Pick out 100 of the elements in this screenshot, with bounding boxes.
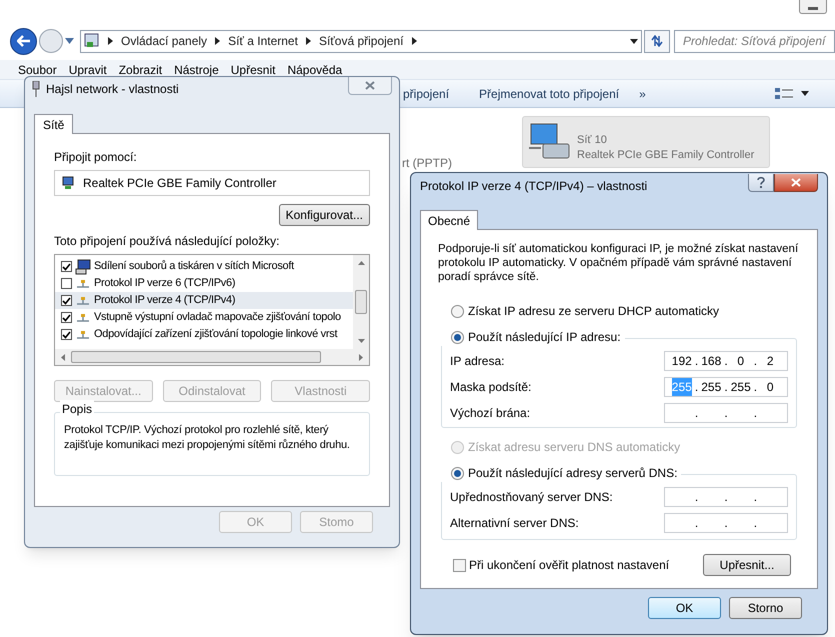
item-label: Vstupně výstupní ovladač mapovače zjišťování topolo (94, 310, 341, 326)
octet-dot: . (694, 405, 700, 422)
item-label: Protokol IP verze 6 (TCP/IPv6) (94, 276, 236, 292)
dropdown-icon[interactable] (801, 91, 809, 96)
list-item[interactable]: Sdílení souborů a tiskáren v sítích Microsoft (55, 258, 353, 275)
menu-item[interactable]: Nápověda (287, 60, 342, 78)
field-label: Upřednostňovaný server DNS: (450, 489, 613, 506)
checkbox[interactable] (61, 261, 72, 272)
radio-label: Získat IP adresu ze serveru DHCP automaticky (468, 303, 719, 320)
ip-address-field[interactable]: 192 . 168 . 0 . 2 (664, 351, 788, 371)
more-commands-button[interactable]: » (639, 84, 646, 102)
ip-address-field[interactable]: . . . (664, 513, 788, 533)
connection-tile[interactable]: Síť 10 Realtek PCIe GBE Family Controller (522, 116, 770, 168)
octet-dot: . (723, 515, 729, 532)
radio-button[interactable] (451, 304, 464, 318)
toolbar-item[interactable]: Přejmenovat toto připojení (479, 84, 620, 102)
advanced-button[interactable]: Upřesnit... (703, 554, 791, 576)
network-protocol-icon (76, 280, 90, 288)
minimize-button[interactable] (799, 0, 827, 14)
refresh-button[interactable] (644, 30, 670, 52)
back-button[interactable] (10, 28, 37, 54)
checkbox[interactable] (453, 558, 466, 572)
tab[interactable]: Sítě (34, 114, 74, 134)
history-dropdown-icon[interactable] (65, 38, 74, 44)
menu-item[interactable]: Zobrazit (118, 60, 162, 78)
checkbox[interactable] (61, 295, 72, 306)
minimize-icon (808, 7, 818, 10)
list-item[interactable]: Protokol IP verze 6 (TCP/IPv6) (55, 275, 353, 292)
checkbox[interactable] (61, 278, 72, 289)
octet-dot: . (723, 405, 729, 422)
octet-dot: . (752, 405, 758, 422)
octet-dot: . (752, 489, 758, 506)
octet-dot: . (694, 515, 700, 532)
close-button[interactable] (774, 174, 818, 192)
address-bar[interactable]: Ovládací panely Síť a Internet Síťová připojení (80, 30, 642, 52)
button[interactable]: OK (648, 597, 721, 619)
breadcrumb[interactable]: Síť a Internet (228, 32, 298, 50)
ip-octet: 2 (766, 353, 774, 370)
field-label: Maska podsítě: (450, 379, 532, 396)
window-title: Hajsl network - vlastnosti (46, 81, 179, 98)
computer-icon (75, 258, 91, 274)
scroll-right-icon (359, 354, 363, 360)
ip-octet: 255 (672, 378, 692, 396)
field-label: Alternativní server DNS: (450, 515, 579, 532)
radio-button[interactable] (451, 330, 464, 344)
toolbar-item[interactable]: připojení (403, 84, 450, 102)
tab[interactable]: Obecné (420, 210, 478, 230)
checkbox[interactable] (61, 329, 72, 340)
button[interactable]: Storno (729, 597, 802, 619)
network-adapter-icon (61, 176, 75, 190)
window-title: Protokol IP verze 4 (TCP/IPv4) – vlastnosti (420, 178, 648, 195)
dropdown-icon[interactable] (630, 38, 638, 44)
radio-button[interactable] (451, 466, 464, 480)
scrollbar-thumb[interactable] (355, 290, 367, 314)
scrollbar-thumb[interactable] (71, 351, 321, 363)
ip-octet: 192 (672, 353, 692, 370)
octet-dot: . (723, 379, 729, 396)
list-item[interactable]: Vstupně výstupní ovladač mapovače zjišťování topolo (55, 309, 353, 326)
ip-address-field[interactable]: . . . (664, 487, 788, 507)
octet-dot: . (752, 353, 758, 370)
breadcrumb[interactable]: Ovládací panely (121, 32, 208, 50)
connection-type-label: rt (PPTP) (402, 155, 452, 170)
octet-dot: . (752, 379, 758, 396)
radio-label: Získat adresu serveru DNS automaticky (468, 439, 680, 456)
adapter-field: Realtek PCIe GBE Family Controller (54, 170, 370, 196)
ip-octet: 0 (766, 379, 774, 396)
checkbox[interactable] (61, 312, 72, 323)
ip-address-field[interactable]: . . . (664, 403, 788, 423)
list-item[interactable]: Odpovídající zařízení zjišťování topologie linkové vrst (55, 326, 353, 343)
help-button[interactable] (748, 174, 774, 192)
ip-address-field[interactable]: 255 . 255 . 255 . 0 (664, 377, 788, 397)
description-text: Protokol TCP/IP. Výchozí protokol pro rozlehlé sítě, který zajišťuje komunikaci mezi propojenými sítěmi různého druhu. (64, 423, 351, 453)
vertical-scrollbar[interactable] (353, 255, 369, 349)
network-protocol-icon (76, 296, 90, 304)
item-label: Sdílení souborů a tiskáren v sítích Microsoft (94, 259, 294, 274)
menu-item[interactable]: Soubor (18, 60, 57, 78)
breadcrumb[interactable]: Síťová připojení (318, 32, 404, 50)
ip-octet: 255 (701, 379, 722, 396)
horizontal-scrollbar[interactable] (55, 349, 369, 365)
list-item[interactable]: Protokol IP verze 4 (TCP/IPv4) (55, 292, 353, 309)
field-label: Výchozí brána: (450, 405, 530, 422)
ip-octet: 168 (701, 353, 722, 370)
view-options-icon[interactable] (775, 86, 793, 100)
radio-label: Použít následující IP adresu: (468, 329, 621, 346)
configure-button[interactable]: Konfigurovat... (278, 204, 370, 226)
menu-item[interactable]: Upřesnit (230, 60, 276, 78)
checkbox-label: Při ukončení ověřit platnost nastavení (469, 557, 670, 574)
radio-label: Použít následující adresy serverů DNS: (468, 465, 678, 482)
network-protocol-icon (76, 330, 90, 338)
back-arrow-icon (16, 35, 30, 47)
scroll-up-icon (358, 261, 364, 265)
help-icon (757, 177, 765, 188)
breadcrumb-arrow-icon (215, 37, 220, 45)
menu-item[interactable]: Nástroje (174, 60, 219, 78)
connection-device: Realtek PCIe GBE Family Controller (577, 148, 754, 163)
menu-item[interactable]: Upravit (68, 60, 107, 78)
search-field[interactable]: Prohledat: Síťová připojení (674, 30, 835, 52)
refresh-icon (650, 35, 664, 47)
network-cable-icon (32, 81, 40, 97)
field-label: Připojit pomocí: (54, 149, 138, 166)
